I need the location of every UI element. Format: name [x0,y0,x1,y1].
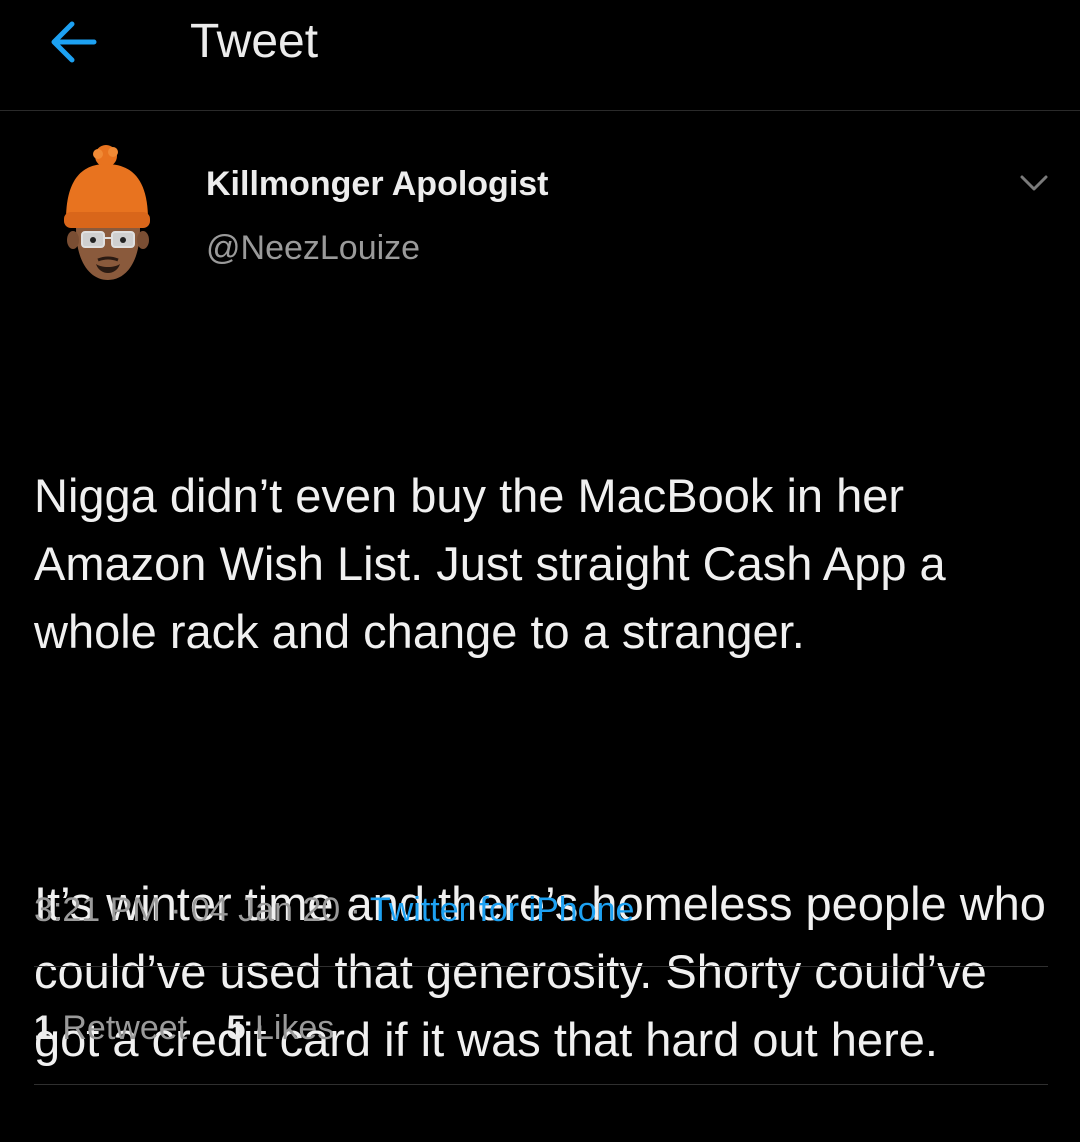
retweets-stat[interactable]: 1 Retweet [34,1006,187,1050]
tweet-time: 3:21 PM [34,891,161,929]
meta-separator: · [349,891,361,929]
tweet-date: 04 Jan 20 [190,891,341,929]
arrow-left-icon [51,21,97,63]
meta-separator: · [170,891,182,929]
divider [34,966,1048,967]
tweet-paragraph: Nigga didn’t even buy the MacBook in her… [34,469,959,658]
tweet-menu-button[interactable] [1014,168,1054,198]
chevron-down-icon [1020,175,1048,191]
tweet-metadata: 3:21 PM · 04 Jan 20 · Twitter for iPhone [34,888,634,932]
retweets-count: 1 [34,1009,53,1047]
likes-stat[interactable]: 5 Likes [227,1006,335,1050]
top-app-bar: Tweet [0,0,1080,111]
tweet-stats: 1 Retweet 5 Likes [34,1006,364,1050]
page-title: Tweet [190,15,319,68]
author-name[interactable]: Killmonger Apologist [206,164,549,204]
back-button[interactable] [44,14,104,70]
author-handle[interactable]: @NeezLouize [206,228,420,268]
tweet-source-link[interactable]: Twitter for iPhone [370,891,635,929]
avatar[interactable] [58,142,158,292]
likes-label: Likes [254,1009,335,1047]
memoji-avatar-icon [64,145,150,280]
divider [34,1084,1048,1085]
retweets-label: Retweet [62,1009,188,1047]
likes-count: 5 [226,1009,246,1047]
